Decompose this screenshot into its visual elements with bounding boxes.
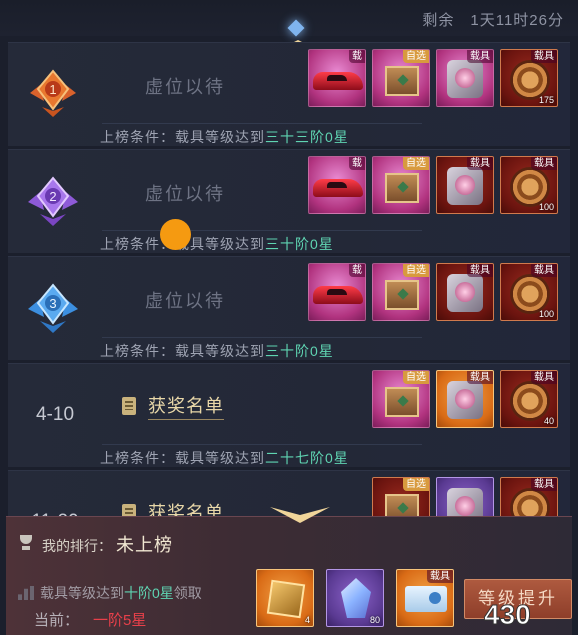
diamond-ornament-icon <box>287 19 305 37</box>
reward-medal-item[interactable]: 载具 40 <box>500 370 558 428</box>
reward-list: 载 自选 载具 载具 100 <box>302 156 558 214</box>
rank-row-2: 2 虚位以待 上榜条件：载具等级达到三十阶0星 载 自选 载具 载具100 <box>8 149 570 253</box>
reward-engine-item[interactable]: 载具 <box>436 156 494 214</box>
reward-engine-item[interactable]: 载具 <box>436 370 494 428</box>
rank-row-1: 1 虚位以待 上榜条件：载具等级达到三十三阶0星 载 自选 载具 载具 175 <box>8 42 570 146</box>
condition-text: 上榜条件：载具等级达到三十三阶0星 <box>100 129 349 145</box>
reward-list: 载 自选 载具 载具 100 <box>302 263 558 321</box>
vacant-text: 虚位以待 <box>145 184 225 204</box>
row-divider <box>102 230 422 231</box>
reward-car-item[interactable]: 载 <box>308 49 366 107</box>
crystal-icon <box>341 578 371 618</box>
rank-range-label: 4-10 <box>35 404 75 425</box>
svg-text:3: 3 <box>49 296 56 311</box>
reward-ticket-item[interactable]: 载具 <box>396 569 454 627</box>
rank-row-4-10: 4-10 获奖名单 上榜条件：载具等级达到二十七阶0星 自选 载具 载具 40 <box>8 363 570 467</box>
medal-icon <box>510 167 550 207</box>
winners-list-link[interactable]: 获奖名单 <box>122 499 224 516</box>
row-divider <box>102 337 422 338</box>
reward-list: 载 自选 载具 载具 175 <box>302 49 558 107</box>
condition-text: 上榜条件：载具等级达到二十七阶0星 <box>100 450 349 466</box>
reward-crystal-item[interactable]: 80 <box>326 569 384 627</box>
reward-engine-item[interactable]: 载具 <box>436 263 494 321</box>
medal-icon <box>510 381 550 421</box>
reward-engine-item[interactable] <box>436 477 494 516</box>
engine-part-icon <box>447 381 483 419</box>
rank-2-badge-icon: 2 <box>24 172 82 230</box>
gift-box-icon <box>385 66 419 96</box>
reward-box-item[interactable]: 自选 <box>372 477 430 516</box>
ticket-icon <box>405 586 447 612</box>
winners-label[interactable]: 获奖名单 <box>148 392 224 420</box>
row-divider <box>102 444 422 445</box>
reward-medal-item[interactable]: 载具 100 <box>500 156 558 214</box>
car-icon <box>313 72 363 90</box>
winners-list-link[interactable]: 获奖名单 <box>122 392 224 420</box>
gift-box-icon <box>385 280 419 310</box>
engine-part-icon <box>447 274 483 312</box>
gift-box-icon <box>385 387 419 417</box>
touch-indicator-dot <box>160 219 191 250</box>
medal-icon <box>510 60 550 100</box>
level-bars-icon <box>18 586 34 600</box>
reward-dice-item[interactable]: 4 <box>256 569 314 627</box>
my-rank: 我的排行： 未上榜 <box>18 531 173 557</box>
reward-medal-item[interactable]: 载具 <box>500 477 558 516</box>
svg-text:430: 430 <box>484 599 531 630</box>
reward-medal-item[interactable]: 载具 100 <box>500 263 558 321</box>
reward-list: 自选 载具 载具 40 <box>366 370 558 428</box>
car-icon <box>313 179 363 197</box>
reward-box-item[interactable]: 自选 <box>372 49 430 107</box>
gift-box-icon <box>385 173 419 203</box>
engine-part-icon <box>447 167 483 205</box>
winners-label[interactable]: 获奖名单 <box>148 499 224 516</box>
site-watermark-logo: 430 <box>484 599 532 631</box>
current-level: 当前： 一阶5星 <box>34 612 147 629</box>
rank-row-3: 3 虚位以待 上榜条件：载具等级达到三十阶0星 载 自选 载具 载具 100 <box>8 256 570 360</box>
vacant-text: 虚位以待 <box>145 291 225 311</box>
engine-part-icon <box>447 488 483 516</box>
my-rank-value: 未上榜 <box>116 535 173 555</box>
ranking-list[interactable]: 1 虚位以待 上榜条件：载具等级达到三十三阶0星 载 自选 载具 载具 175 2… <box>0 36 578 516</box>
svg-text:2: 2 <box>49 189 56 204</box>
countdown-timer: 剩余 1天11时26分 <box>422 12 564 29</box>
condition-text: 上榜条件：载具等级达到三十阶0星 <box>100 236 334 252</box>
row-divider <box>102 123 422 124</box>
reward-medal-item[interactable]: 载具 175 <box>500 49 558 107</box>
claim-reward-list: 4 80 载具 <box>244 569 454 627</box>
rank-3-badge-icon: 3 <box>24 279 82 337</box>
rank-1-badge-icon: 1 <box>24 65 82 123</box>
vacant-text: 虚位以待 <box>145 77 225 97</box>
medal-icon <box>510 488 550 516</box>
document-icon <box>122 397 136 415</box>
svg-text:1: 1 <box>49 82 56 97</box>
reward-box-item[interactable]: 自选 <box>372 156 430 214</box>
reward-car-item[interactable]: 载 <box>308 156 366 214</box>
condition-text: 上榜条件：载具等级达到三十阶0星 <box>100 343 334 359</box>
reward-car-item[interactable]: 载 <box>308 263 366 321</box>
medal-icon <box>510 274 550 314</box>
scroll-down-chevron-icon[interactable] <box>268 505 332 525</box>
reward-box-item[interactable]: 自选 <box>372 263 430 321</box>
car-icon <box>313 286 363 304</box>
document-icon <box>122 504 136 516</box>
top-bar: 剩余 1天11时26分 <box>0 0 578 37</box>
claim-requirement: 载具等级达到 十阶0星 领取 <box>18 583 202 603</box>
reward-list: 自选 载具 <box>366 477 558 516</box>
engine-part-icon <box>447 60 483 98</box>
gift-box-icon <box>385 494 419 516</box>
reward-box-item[interactable]: 自选 <box>372 370 430 428</box>
trophy-icon <box>18 535 34 551</box>
my-rank-label: 我的排行： <box>42 538 112 554</box>
dice-icon <box>266 579 306 619</box>
reward-engine-item[interactable]: 载具 <box>436 49 494 107</box>
